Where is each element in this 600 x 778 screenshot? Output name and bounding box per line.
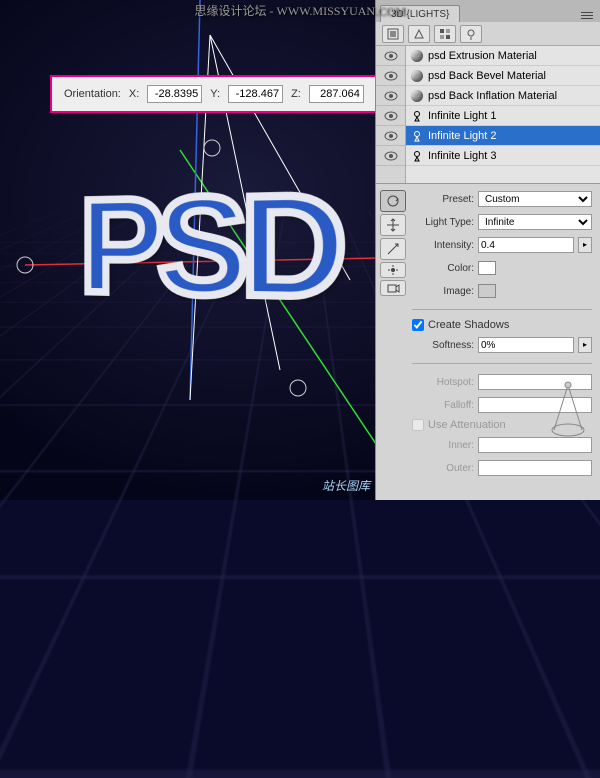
light-icon — [465, 28, 477, 40]
filter-toolbar — [376, 22, 600, 46]
color-label: Color: — [412, 263, 474, 274]
eye-toggle[interactable] — [376, 86, 405, 106]
scene-icon — [387, 28, 399, 40]
color-swatch[interactable] — [478, 261, 496, 275]
light-form: Preset: Custom Light Type: Infinite Inte… — [412, 190, 596, 494]
light-icon — [410, 149, 424, 163]
softness-label: Softness: — [412, 340, 474, 351]
outer-label: Outer: — [412, 463, 474, 474]
eye-toggle[interactable] — [376, 46, 405, 66]
create-shadows-checkbox[interactable] — [412, 319, 424, 331]
light-icon — [410, 129, 424, 143]
scene-item-1[interactable]: psd Back Bevel Material — [406, 66, 600, 86]
scene-item-2[interactable]: psd Back Inflation Material — [406, 86, 600, 106]
spotlight-cone-icon — [548, 380, 588, 440]
image-picker[interactable] — [478, 284, 496, 298]
intensity-label: Intensity: — [412, 240, 474, 251]
orientation-y-input[interactable] — [228, 85, 283, 103]
scene-tree[interactable]: psd Extrusion Material psd Back Bevel Mat… — [406, 46, 600, 183]
light-icon — [410, 109, 424, 123]
outer-input — [478, 460, 592, 476]
lighttype-label: Light Type: — [412, 217, 474, 228]
move-to-view-tool[interactable] — [380, 280, 406, 296]
orientation-x-input[interactable] — [147, 85, 202, 103]
divider — [412, 363, 592, 364]
y-label: Y: — [210, 88, 220, 100]
softness-input[interactable] — [478, 337, 574, 353]
falloff-label: Falloff: — [412, 400, 474, 411]
visibility-column — [376, 46, 406, 183]
attenuation-checkbox — [412, 419, 424, 431]
slide-icon — [385, 241, 401, 257]
item-label: Infinite Light 1 — [428, 110, 497, 122]
rotate-light-tool[interactable] — [380, 190, 406, 212]
light-tool-column — [380, 190, 408, 494]
create-shadows-label: Create Shadows — [428, 319, 509, 331]
item-label: psd Extrusion Material — [428, 50, 537, 62]
point-at-origin-tool[interactable] — [380, 262, 406, 278]
scene-item-0[interactable]: psd Extrusion Material — [406, 46, 600, 66]
panel-menu-button[interactable] — [578, 8, 596, 22]
filter-material-button[interactable] — [434, 25, 456, 43]
item-label: psd Back Inflation Material — [428, 90, 557, 102]
eye-icon — [384, 71, 398, 81]
eye-toggle[interactable] — [376, 146, 405, 166]
z-label: Z: — [291, 88, 301, 100]
material-icon — [410, 89, 424, 103]
scene-list: psd Extrusion Material psd Back Bevel Mat… — [376, 46, 600, 184]
target-icon — [386, 264, 400, 276]
pan-icon — [385, 217, 401, 233]
filter-light-button[interactable] — [460, 25, 482, 43]
scene-item-4[interactable]: Infinite Light 2 — [406, 126, 600, 146]
eye-icon — [384, 131, 398, 141]
intensity-input[interactable] — [478, 237, 574, 253]
item-label: Infinite Light 2 — [428, 130, 497, 142]
eye-icon — [384, 111, 398, 121]
mesh-icon — [413, 28, 425, 40]
material-icon — [439, 28, 451, 40]
softness-slider-button[interactable]: ▸ — [578, 337, 592, 353]
light-properties: Preset: Custom Light Type: Infinite Inte… — [376, 184, 600, 500]
attenuation-label: Use Attenuation — [428, 419, 506, 431]
inner-label: Inner: — [412, 440, 474, 451]
filter-mesh-button[interactable] — [408, 25, 430, 43]
filter-scene-button[interactable] — [382, 25, 404, 43]
tab-3d-lights[interactable]: 3D {LIGHTS} — [380, 5, 460, 22]
scene-item-3[interactable]: Infinite Light 1 — [406, 106, 600, 126]
orientation-readout: Orientation: X: Y: Z: — [50, 75, 378, 113]
scene-item-5[interactable]: Infinite Light 3 — [406, 146, 600, 166]
camera-icon — [386, 282, 400, 294]
3d-panel: 3D {LIGHTS} psd Extrusion Material psd Ba… — [375, 0, 600, 500]
hotspot-label: Hotspot: — [412, 377, 474, 388]
item-label: psd Back Bevel Material — [428, 70, 546, 82]
orbit-icon — [385, 193, 401, 209]
item-label: Infinite Light 3 — [428, 150, 497, 162]
intensity-slider-button[interactable]: ▸ — [578, 237, 592, 253]
orientation-z-input[interactable] — [309, 85, 364, 103]
divider — [412, 309, 592, 310]
eye-icon — [384, 91, 398, 101]
material-icon — [410, 69, 424, 83]
preset-label: Preset: — [412, 194, 474, 205]
x-label: X: — [129, 88, 139, 100]
material-icon — [410, 49, 424, 63]
eye-toggle[interactable] — [376, 126, 405, 146]
3d-text-object[interactable]: PSD — [80, 160, 339, 331]
slide-light-tool[interactable] — [380, 238, 406, 260]
eye-toggle[interactable] — [376, 66, 405, 86]
orientation-label: Orientation: — [64, 88, 121, 100]
eye-icon — [384, 151, 398, 161]
image-label: Image: — [412, 286, 474, 297]
preset-select[interactable]: Custom — [478, 191, 592, 207]
eye-toggle[interactable] — [376, 106, 405, 126]
create-shadows-row: Create Shadows — [412, 319, 592, 331]
pan-light-tool[interactable] — [380, 214, 406, 236]
panel-tab-bar: 3D {LIGHTS} — [376, 0, 600, 22]
lighttype-select[interactable]: Infinite — [478, 214, 592, 230]
eye-icon — [384, 51, 398, 61]
